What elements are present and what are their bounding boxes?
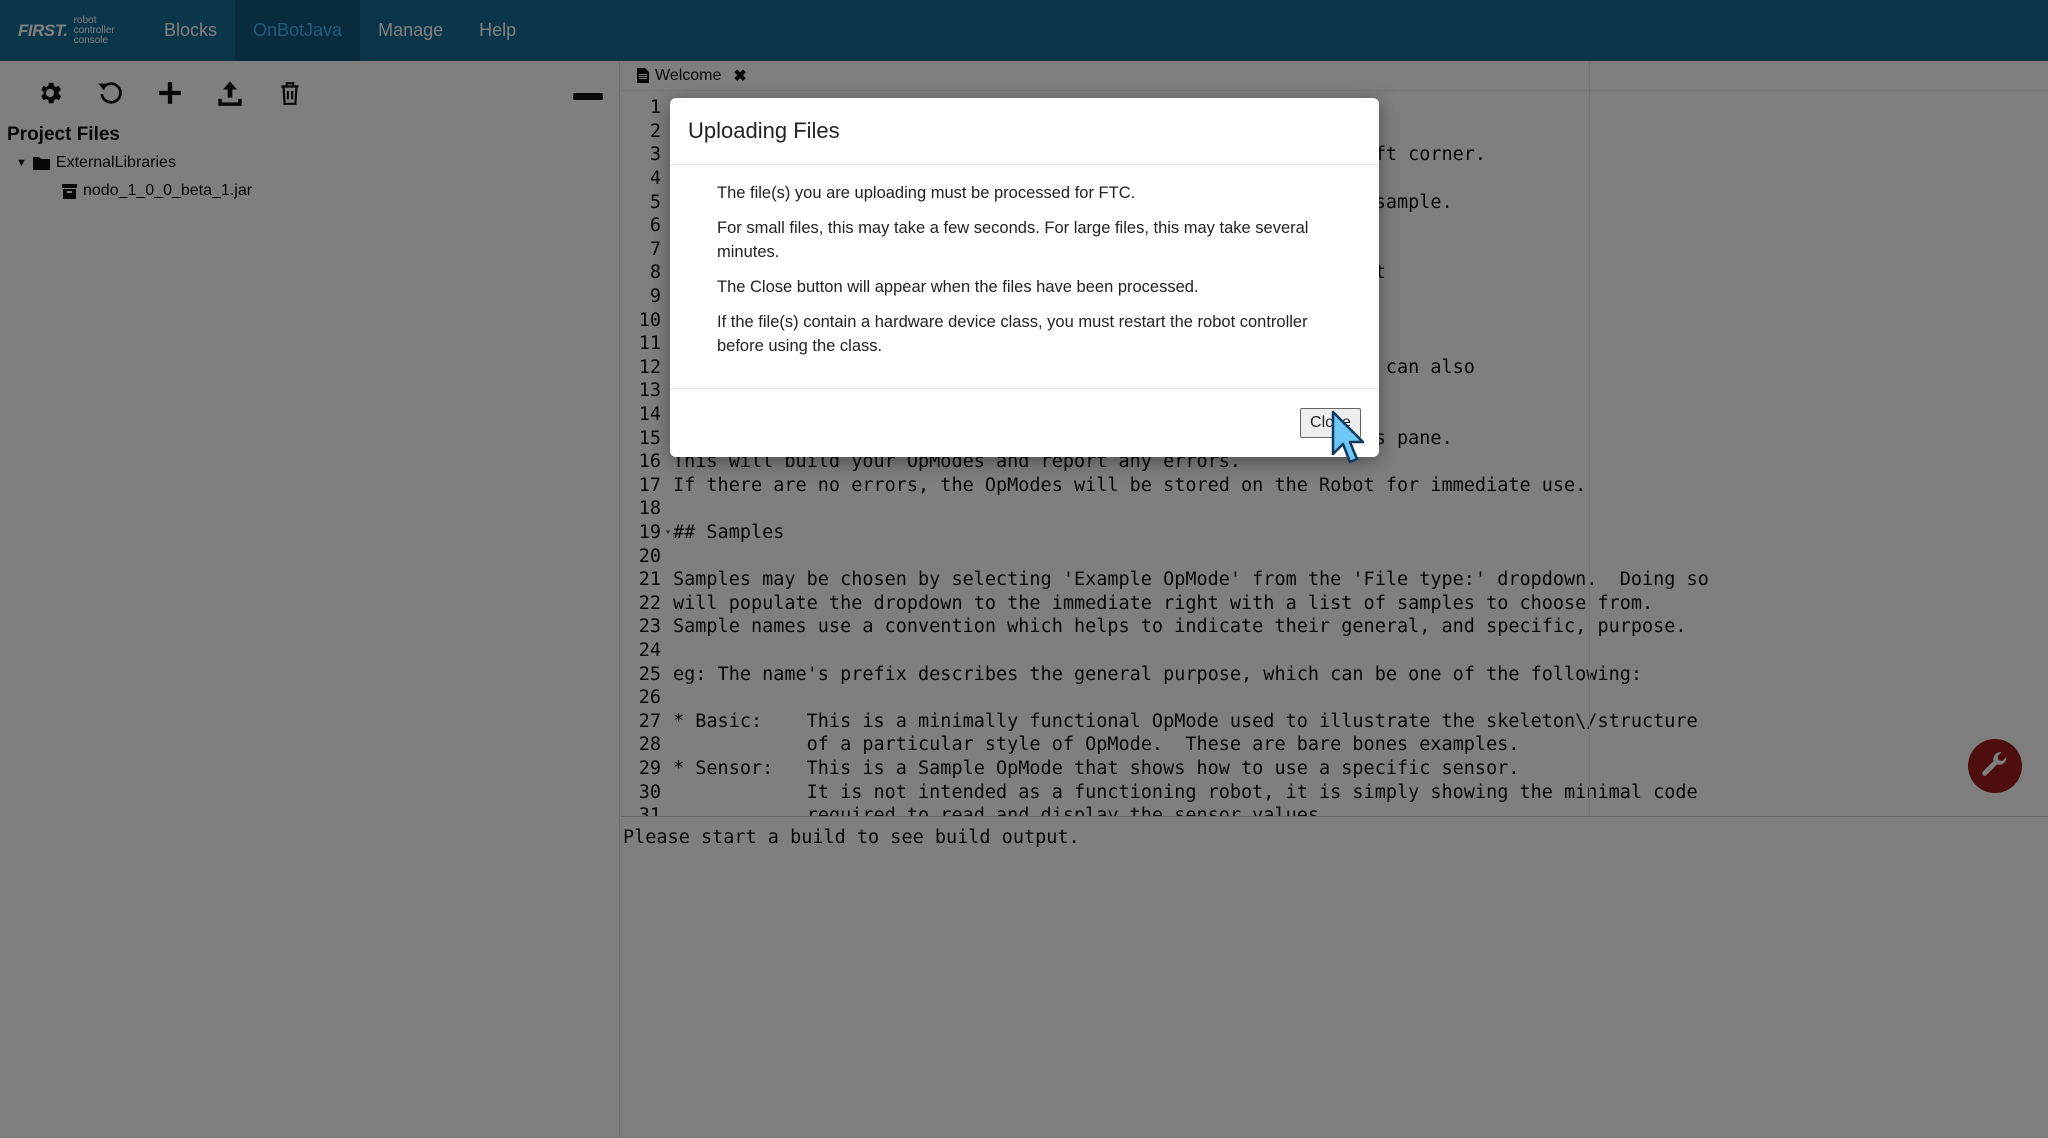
dialog-body: The file(s) you are uploading must be pr… — [670, 165, 1379, 389]
dialog-header: Uploading Files — [670, 98, 1379, 165]
dialog-paragraph: The Close button will appear when the fi… — [717, 278, 1199, 296]
dialog-paragraph: For small files, this may take a few sec… — [717, 219, 1309, 261]
upload-dialog: Uploading Files The file(s) you are uplo… — [670, 98, 1379, 457]
dialog-paragraph: The file(s) you are uploading must be pr… — [717, 184, 1136, 202]
dialog-title: Uploading Files — [688, 118, 840, 143]
dialog-footer: Close — [670, 389, 1379, 456]
dialog-paragraph: If the file(s) contain a hardware device… — [717, 313, 1308, 355]
mouse-cursor-icon — [1331, 410, 1365, 464]
